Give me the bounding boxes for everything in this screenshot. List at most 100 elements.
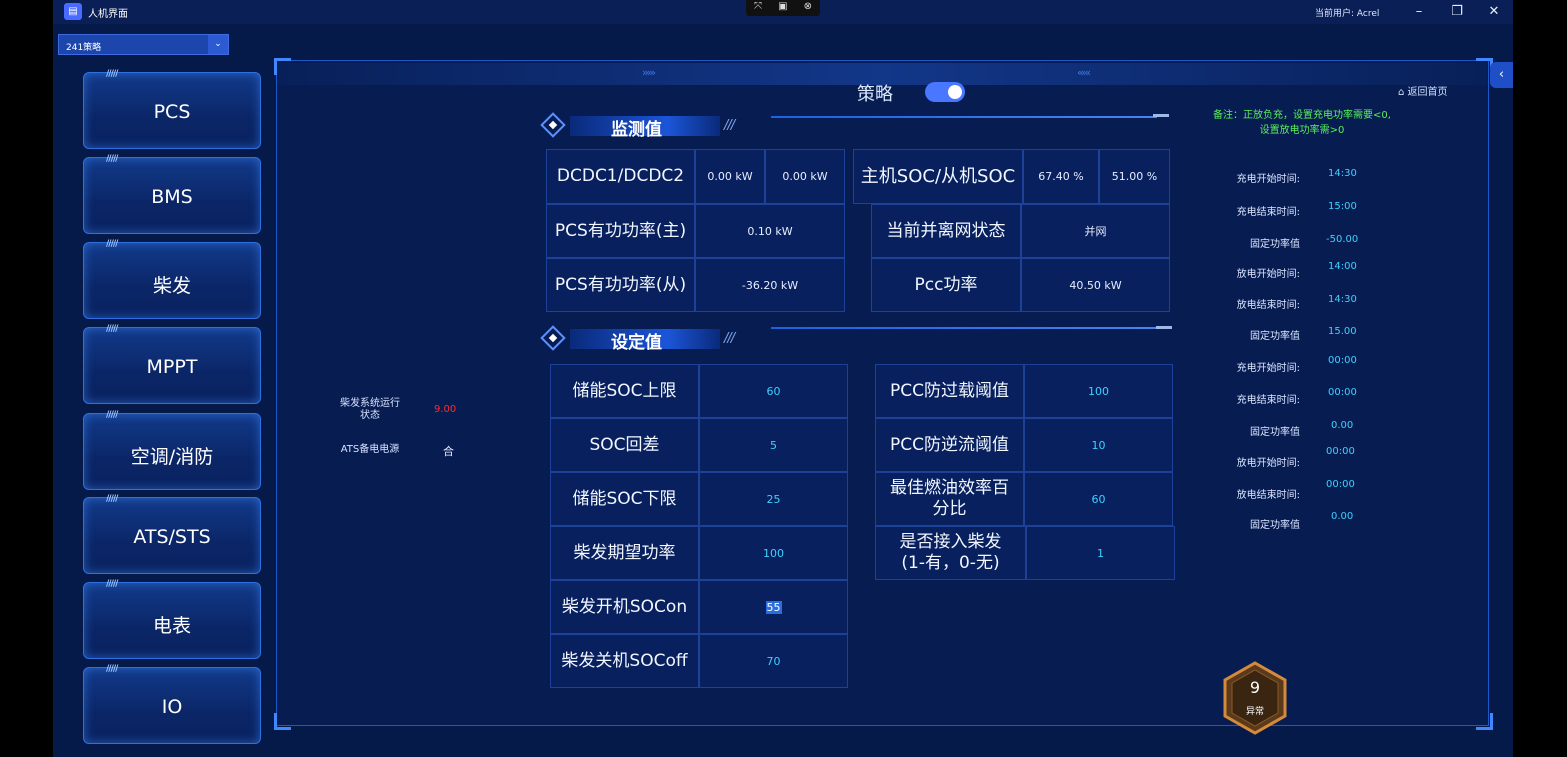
schedule-label: 固定功率值 bbox=[1250, 331, 1300, 342]
stop-icon[interactable]: ⊗ bbox=[804, 0, 812, 16]
sidebar-item-ats-sts[interactable]: ///// ATS/STS bbox=[83, 494, 261, 574]
label-line: (1-有，0-无) bbox=[901, 553, 1000, 573]
setting-label-diesel-soc-off: 柴发关机SOCoff bbox=[550, 634, 699, 688]
close-button[interactable]: ✕ bbox=[1483, 2, 1505, 22]
sidebar-item-label: PCS bbox=[153, 101, 191, 123]
setting-input-diesel-power[interactable]: 100 bbox=[699, 526, 848, 580]
schedule-label: 固定功率值 bbox=[1250, 427, 1300, 438]
selected-text: 55 bbox=[765, 600, 782, 614]
schedule-label: 放电结束时间: bbox=[1236, 490, 1300, 501]
setting-input-diesel-soc-on[interactable]: 55 bbox=[699, 580, 848, 634]
sidebar-item-label: BMS bbox=[151, 186, 193, 208]
setting-label-diesel-connected: 是否接入柴发 (1-有，0-无) bbox=[875, 526, 1026, 580]
monitor-value-pcs-slave: -36.20 kW bbox=[695, 258, 845, 312]
schedule-value[interactable]: 0.00 bbox=[1331, 511, 1353, 522]
sidebar-item-label: IO bbox=[161, 696, 183, 718]
setting-label-fuel-efficiency: 最佳燃油效率百 分比 bbox=[875, 472, 1024, 526]
strategy-select[interactable]: 241策略 ⌄ bbox=[58, 34, 229, 55]
home-icon: ⌂ bbox=[1398, 87, 1408, 98]
tick-decoration: ///// bbox=[106, 154, 118, 164]
setting-input-fuel-efficiency[interactable]: 60 bbox=[1024, 472, 1173, 526]
section-divider bbox=[771, 116, 1157, 118]
setting-input-diesel-soc-off[interactable]: 70 bbox=[699, 634, 848, 688]
back-home-label: 返回首页 bbox=[1407, 87, 1448, 98]
monitor-label-pcs-master: PCS有功功率(主) bbox=[546, 204, 695, 258]
schedule-value[interactable]: -50.00 bbox=[1326, 234, 1358, 245]
back-home-link[interactable]: ⌂ 返回首页 bbox=[1398, 83, 1448, 98]
frame-corner-decoration bbox=[1476, 713, 1493, 730]
sidebar-item-mppt[interactable]: ///// MPPT bbox=[83, 324, 261, 404]
hatch-decoration: /// bbox=[724, 118, 735, 133]
sidebar-item-io[interactable]: ///// IO bbox=[83, 664, 261, 744]
schedule-value[interactable]: 00:00 bbox=[1326, 479, 1355, 490]
chevron-left-decoration: ‹‹‹‹‹ bbox=[1077, 66, 1091, 79]
setting-label-pcc-reverse: PCC防逆流阈值 bbox=[875, 418, 1024, 472]
monitor-label-grid-status: 当前并离网状态 bbox=[871, 204, 1021, 258]
schedule-value[interactable]: 00:00 bbox=[1328, 355, 1357, 366]
setting-input-pcc-reverse[interactable]: 10 bbox=[1024, 418, 1173, 472]
sidebar-item-pcs[interactable]: ///// PCS bbox=[83, 69, 261, 149]
setting-label-diesel-soc-on: 柴发开机SOCon bbox=[550, 580, 699, 634]
setting-input-diesel-connected[interactable]: 1 bbox=[1026, 526, 1175, 580]
label-line: 柴发系统运行 bbox=[340, 398, 400, 409]
sidebar-item-meter[interactable]: ///// 电表 bbox=[83, 579, 261, 659]
hexagon-badge-icon bbox=[1223, 661, 1287, 735]
monitor-section-title: 监测值 bbox=[611, 120, 662, 140]
label-line: 最佳燃油效率百 bbox=[890, 478, 1009, 498]
monitor-label-pcc-power: Pcc功率 bbox=[871, 258, 1021, 312]
ats-backup-label: ATS备电电源 bbox=[340, 444, 400, 455]
schedule-value[interactable]: 14:30 bbox=[1328, 168, 1357, 179]
chevron-down-icon[interactable]: ⌄ bbox=[208, 35, 228, 54]
monitor-value-slave-soc: 51.00 % bbox=[1099, 149, 1170, 204]
setting-label-soc-hysteresis: SOC回差 bbox=[550, 418, 699, 472]
sidebar-item-label: ATS/STS bbox=[133, 526, 211, 548]
sidebar-item-diesel[interactable]: ///// 柴发 bbox=[83, 239, 261, 319]
alarm-badge[interactable]: 9 异常 bbox=[1222, 661, 1288, 735]
note-text: 备注：正放负充，设置充电功率需要<0, 设置放电功率需>0 bbox=[1189, 108, 1415, 138]
schedule-value[interactable]: 15.00 bbox=[1328, 326, 1357, 337]
tick-decoration: ///// bbox=[106, 664, 118, 674]
setting-input-soc-lower[interactable]: 25 bbox=[699, 472, 848, 526]
setting-label-soc-lower: 储能SOC下限 bbox=[550, 472, 699, 526]
hmi-window: ▤ 人机界面 ⤧ ▣ ⊗ 当前用户: Acrel – ❐ ✕ 241策略 ⌄ /… bbox=[53, 0, 1513, 757]
setting-input-soc-upper[interactable]: 60 bbox=[699, 364, 848, 418]
screen-capture-toolbar[interactable]: ⤧ ▣ ⊗ bbox=[746, 0, 820, 16]
monitor-value-pcs-master: 0.10 kW bbox=[695, 204, 845, 258]
note-line: 备注：正放负充，设置充电功率需要<0, bbox=[1213, 110, 1391, 121]
setting-input-pcc-overload[interactable]: 100 bbox=[1024, 364, 1173, 418]
schedule-value[interactable]: 00:00 bbox=[1328, 387, 1357, 398]
sidebar-item-label: MPPT bbox=[146, 356, 198, 378]
collapse-panel-button[interactable]: ‹ bbox=[1490, 62, 1513, 88]
monitor-value-dcdc1: 0.00 kW bbox=[695, 149, 765, 204]
minimize-button[interactable]: – bbox=[1408, 2, 1430, 22]
alarm-count: 9 bbox=[1249, 678, 1261, 697]
schedule-value[interactable]: 00:00 bbox=[1326, 446, 1355, 457]
title-bar: ▤ 人机界面 ⤧ ▣ ⊗ 当前用户: Acrel – ❐ ✕ bbox=[53, 0, 1513, 24]
schedule-value[interactable]: 0.00 bbox=[1331, 420, 1353, 431]
schedule-value[interactable]: 14:00 bbox=[1328, 261, 1357, 272]
setting-input-soc-hysteresis[interactable]: 5 bbox=[699, 418, 848, 472]
monitor-value-grid-status: 并网 bbox=[1021, 204, 1170, 258]
schedule-label: 放电开始时间: bbox=[1236, 458, 1300, 469]
screen-icon[interactable]: ▣ bbox=[778, 0, 787, 16]
sidebar-item-hvac-fire[interactable]: ///// 空调/消防 bbox=[83, 410, 261, 490]
schedule-label: 固定功率值 bbox=[1250, 239, 1300, 250]
pointer-icon[interactable]: ⤧ bbox=[754, 0, 762, 16]
tick-decoration: ///// bbox=[106, 494, 118, 504]
schedule-value[interactable]: 14:30 bbox=[1328, 294, 1357, 305]
chevron-right-decoration: ››››› bbox=[642, 66, 656, 79]
note-line: 设置放电功率需>0 bbox=[1259, 125, 1345, 136]
toggle-knob bbox=[948, 85, 962, 99]
strategy-toggle[interactable] bbox=[925, 82, 965, 102]
label-line: 状态 bbox=[360, 410, 380, 421]
label-line: 是否接入柴发 bbox=[899, 532, 1002, 552]
label-line: 分比 bbox=[932, 499, 967, 519]
schedule-label: 充电开始时间: bbox=[1236, 174, 1300, 185]
restore-button[interactable]: ❐ bbox=[1446, 2, 1468, 22]
settings-section-title: 设定值 bbox=[611, 333, 662, 353]
monitor-value-pcc-power: 40.50 kW bbox=[1021, 258, 1170, 312]
schedule-label: 充电结束时间: bbox=[1236, 395, 1300, 406]
sidebar-item-bms[interactable]: ///// BMS bbox=[83, 154, 261, 234]
schedule-value[interactable]: 15:00 bbox=[1328, 201, 1357, 212]
monitor-label-dcdc: DCDC1/DCDC2 bbox=[546, 149, 695, 204]
